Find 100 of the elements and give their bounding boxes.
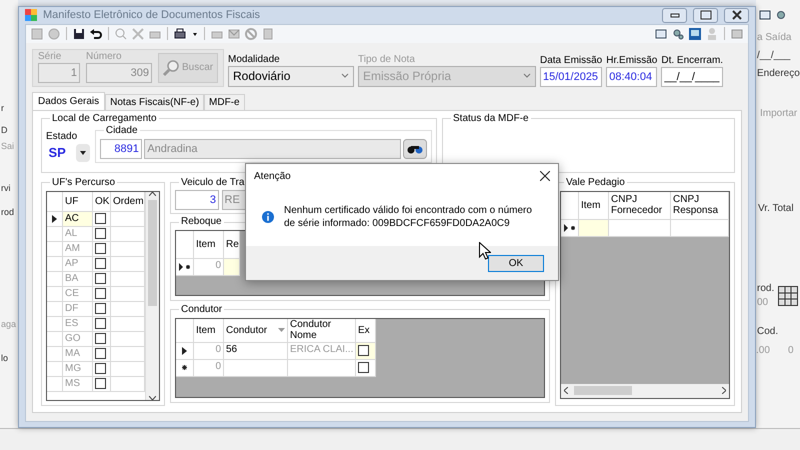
field-label: Número (86, 50, 123, 62)
scroll-right-icon[interactable] (722, 387, 726, 394)
group-title: Cidade (104, 124, 139, 136)
group-title: Status da MDF-e (452, 112, 530, 124)
dialog-title: Atenção (254, 170, 291, 184)
input-field[interactable]: 15/01/2025 (540, 66, 602, 86)
background-text: Sai (1, 140, 14, 152)
row-header (47, 376, 63, 392)
scroll-thumb[interactable] (574, 386, 632, 395)
tab[interactable]: MDF-e (204, 94, 245, 110)
scroll-thumb[interactable] (148, 200, 157, 306)
binoculars-icon (407, 144, 423, 154)
tab[interactable]: Dados Gerais (32, 92, 106, 110)
table-cell: MS (63, 376, 93, 392)
row-pointer-icon (182, 346, 187, 354)
checkbox[interactable] (95, 318, 106, 329)
window-icon (759, 10, 771, 20)
gear-icon (776, 10, 786, 20)
maximize-icon (698, 9, 714, 22)
checkbox[interactable] (358, 362, 369, 373)
dropdown-button[interactable] (76, 144, 90, 162)
table-cell (224, 259, 240, 276)
scroll-up-icon[interactable] (149, 192, 156, 196)
window-icon[interactable] (654, 26, 668, 40)
field-label: Data Emissão (540, 54, 602, 66)
column-header: OK (93, 192, 111, 212)
field-label: Modalidade (228, 54, 281, 66)
field-label: Tipo de Nota (358, 54, 416, 66)
dialog-message: Nenhum certificado válido foi encontrado com o número de série informado: 009BDCFCF659FD0DA2A0C9 (284, 204, 533, 230)
input-field[interactable]: __/__/____ (661, 66, 724, 86)
background-text: 0 (788, 345, 794, 357)
sort-caret-icon (278, 328, 285, 332)
background-text: rvi (1, 182, 10, 194)
background-text: rod (1, 206, 14, 218)
input-field[interactable]: 3 (175, 190, 219, 210)
magnifier-icon (162, 58, 180, 76)
checkbox[interactable] (95, 378, 106, 389)
checkbox[interactable] (358, 345, 369, 356)
table-cell (609, 220, 671, 236)
checkbox[interactable] (95, 303, 106, 314)
scroll-down-icon[interactable] (149, 396, 156, 400)
column-header: Re (224, 231, 240, 259)
window-title: Manifesto Eletrônico de Documentos Fiscais (43, 8, 262, 23)
column-header: Ex (356, 318, 376, 342)
checkbox[interactable] (95, 333, 106, 344)
cursor-icon (479, 242, 491, 260)
state-value: SP (48, 144, 66, 162)
input-field[interactable]: 8891 (100, 138, 142, 158)
column-header: UF (63, 192, 93, 212)
checkbox[interactable] (95, 213, 106, 224)
background-text: r (1, 102, 4, 114)
background-text: 00 (757, 297, 768, 309)
save-icon[interactable] (72, 26, 86, 40)
scrollbar[interactable] (561, 384, 729, 398)
new-row-icon (564, 224, 576, 232)
checkbox[interactable] (95, 288, 106, 299)
caret-icon (341, 73, 349, 79)
monitor-icon[interactable] (688, 26, 702, 40)
input-field[interactable]: 08:40:04 (606, 66, 658, 86)
column-header: Item (579, 192, 609, 220)
checkbox[interactable] (95, 273, 106, 284)
column-header: CNPJ Fornecedor (609, 192, 671, 220)
field-label: Estado (46, 131, 78, 143)
background-text: D (1, 124, 8, 136)
column-header: Condutor Nome (288, 318, 356, 342)
background-text: .00 (756, 345, 770, 357)
checkbox[interactable] (95, 243, 106, 254)
envelope-icon[interactable] (227, 26, 241, 40)
scrollbar[interactable] (145, 192, 159, 400)
checkbox[interactable] (95, 363, 106, 374)
close-icon[interactable] (540, 171, 550, 181)
checkbox[interactable] (95, 258, 106, 269)
background-text: Importar (760, 108, 798, 120)
background-text: aga (1, 318, 16, 330)
field-label: Dt. Encerram. (661, 54, 724, 66)
background-text: Cod. (757, 326, 778, 338)
undo-icon[interactable] (89, 26, 103, 40)
gear-icon[interactable] (671, 26, 685, 40)
scroll-left-icon[interactable] (564, 387, 568, 394)
checkbox[interactable] (95, 228, 106, 239)
field-label: Série (38, 50, 62, 62)
tab[interactable]: Notas Fiscais(NF-e) (105, 94, 204, 110)
table-cell (224, 360, 288, 376)
table-cell: AC (63, 212, 93, 226)
group-title: Condutor (180, 304, 224, 316)
background-text: /__/___ (757, 50, 790, 62)
checkbox[interactable] (95, 348, 106, 359)
background-text: rod. (757, 283, 774, 295)
close-button[interactable] (724, 8, 749, 23)
maximize-button[interactable] (693, 8, 718, 23)
caret-icon (80, 150, 86, 155)
column-header: CNPJ Responsa (671, 192, 729, 220)
background-text: a Saída (757, 32, 792, 44)
group-title: Local de Carregamento (51, 112, 158, 124)
column-header: Item (194, 231, 224, 259)
ok-button[interactable]: OK (488, 254, 544, 272)
background-text: lo (1, 352, 8, 364)
dropdown[interactable]: Rodoviário (228, 66, 354, 86)
minimize-button[interactable] (662, 8, 687, 23)
search-button[interactable] (403, 138, 427, 158)
